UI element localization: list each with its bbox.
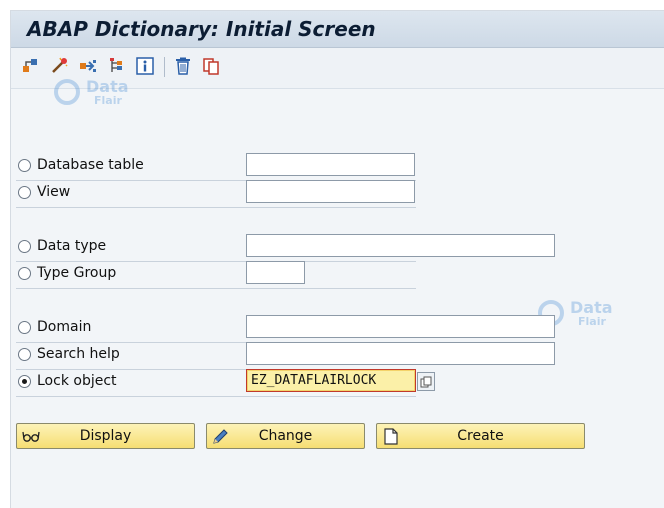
where-used-icon[interactable]	[78, 56, 98, 76]
option-row-type-group: Type Group	[16, 262, 416, 289]
database-table-label: Database table	[37, 157, 144, 173]
display-button[interactable]: Display	[16, 423, 195, 449]
sap-window: ABAP Dictionary: Initial Screen Data Fla…	[10, 10, 664, 508]
title-bar: ABAP Dictionary: Initial Screen	[11, 11, 664, 48]
create-button-label: Create	[457, 428, 504, 444]
watermark-sub: Flair	[578, 315, 606, 328]
lock-object-radio[interactable]	[18, 375, 31, 388]
domain-label: Domain	[37, 319, 92, 335]
activate-icon[interactable]	[49, 56, 69, 76]
type-group-input[interactable]	[246, 261, 305, 284]
watermark-brand: Data	[570, 298, 613, 317]
domain-radio[interactable]	[18, 321, 31, 334]
search-help-radio[interactable]	[18, 348, 31, 361]
watermark-sub: Flair	[94, 94, 122, 107]
object-list-icon[interactable]	[107, 56, 127, 76]
data-type-input[interactable]	[246, 234, 555, 257]
lock-object-input[interactable]: EZ_DATAFLAIRLOCK	[246, 369, 416, 392]
other-object-icon[interactable]	[21, 56, 41, 76]
database-table-radio[interactable]	[18, 159, 31, 172]
type-group-radio[interactable]	[18, 267, 31, 280]
application-toolbar	[11, 48, 664, 89]
data-type-radio[interactable]	[18, 240, 31, 253]
change-button[interactable]: Change	[206, 423, 365, 449]
search-help-label: Search help	[37, 346, 120, 362]
display-button-label: Display	[79, 428, 132, 444]
info-icon[interactable]	[135, 56, 155, 76]
domain-input[interactable]	[246, 315, 555, 338]
toolbar-separator	[164, 57, 165, 77]
view-label: View	[37, 184, 71, 200]
database-table-input[interactable]	[246, 153, 415, 176]
page-title: ABAP Dictionary: Initial Screen	[27, 17, 376, 41]
data-type-label: Data type	[37, 238, 107, 254]
type-group-label: Type Group	[37, 265, 117, 281]
create-button[interactable]: Create	[376, 423, 585, 449]
view-input[interactable]	[246, 180, 415, 203]
change-button-label: Change	[258, 428, 313, 444]
view-radio[interactable]	[18, 186, 31, 199]
lock-object-label: Lock object	[37, 373, 117, 389]
value-help-icon[interactable]	[417, 372, 435, 391]
copy-icon[interactable]	[201, 56, 221, 76]
search-help-input[interactable]	[246, 342, 555, 365]
delete-icon[interactable]	[173, 56, 193, 76]
